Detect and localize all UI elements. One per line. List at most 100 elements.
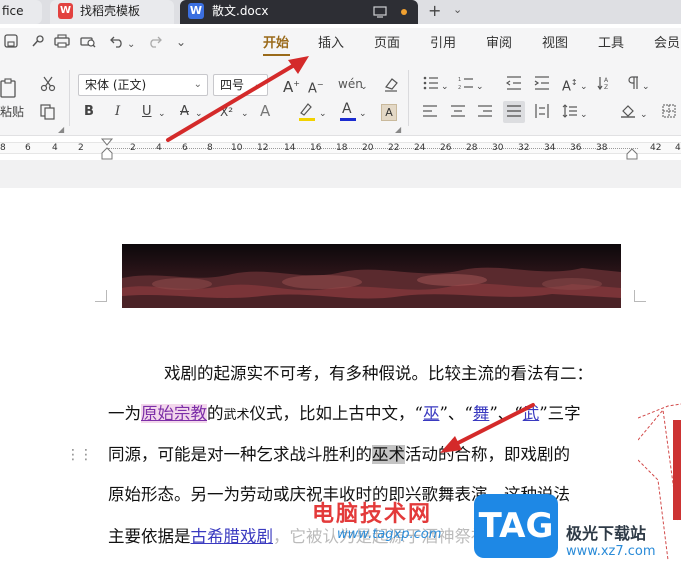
text-run: 仪式，比如上古中文，“ xyxy=(249,404,423,423)
highlight-dropdown-icon[interactable]: ⌄ xyxy=(319,106,327,122)
superscript-dropdown-icon[interactable]: ⌄ xyxy=(241,106,249,122)
copy-icon[interactable] xyxy=(40,104,56,125)
superscript-button[interactable]: X² xyxy=(220,104,233,120)
text-direction-icon[interactable]: A↕ xyxy=(562,75,578,95)
ruler-number: 10 xyxy=(231,143,243,153)
font-expand-icon[interactable]: ◢ xyxy=(395,122,401,138)
print-icon[interactable] xyxy=(54,34,70,53)
hyperlink-primitive-religion[interactable]: 原始宗教 xyxy=(141,404,207,423)
tab-document[interactable]: W 散文.docx xyxy=(180,0,418,24)
show-marks-icon[interactable] xyxy=(626,76,640,95)
print-preview-icon[interactable] xyxy=(80,34,96,53)
font-size-select[interactable]: 四号 ⌄ xyxy=(213,74,268,96)
sort-icon[interactable]: AZ xyxy=(597,76,613,95)
menu-reference[interactable]: 引用 xyxy=(430,36,456,52)
ruler-number: 30 xyxy=(492,143,504,153)
menu-home[interactable]: 开始 xyxy=(263,36,289,52)
clear-format-icon[interactable] xyxy=(383,76,399,97)
tab-office[interactable]: fice xyxy=(0,0,42,24)
grow-font-icon[interactable]: A+ xyxy=(283,76,300,95)
monitor-icon[interactable] xyxy=(373,4,387,26)
font-name-select[interactable]: 宋体 (正文) ⌄ xyxy=(78,74,208,96)
numbered-dropdown-icon[interactable]: ⌄ xyxy=(476,79,484,95)
shading-icon[interactable] xyxy=(620,104,636,123)
shrink-font-icon[interactable]: A− xyxy=(308,77,324,97)
redo-icon[interactable] xyxy=(148,34,162,53)
hyperlink-wu[interactable]: 巫 xyxy=(423,404,440,423)
distributed-align-icon[interactable] xyxy=(535,104,549,123)
ruler-number: 22 xyxy=(388,143,400,153)
clipboard-expand-icon[interactable]: ◢ xyxy=(58,122,64,138)
align-center-icon[interactable] xyxy=(451,105,465,122)
strikethrough-dropdown-icon[interactable]: ⌄ xyxy=(195,106,203,122)
hyperlink-dance[interactable]: 舞 xyxy=(473,404,490,423)
hyperlink-martial[interactable]: 武 xyxy=(523,404,540,423)
text-direction-dropdown-icon[interactable]: ⌄ xyxy=(580,79,588,95)
quick-access-dropdown-icon[interactable]: ⌄ xyxy=(176,33,186,51)
menu-member[interactable]: 会员 xyxy=(654,36,680,52)
crop-mark-right xyxy=(634,290,646,302)
shading-dropdown-icon[interactable]: ⌄ xyxy=(640,107,648,123)
crop-mark-left xyxy=(95,290,107,302)
chevron-down-icon[interactable]: ⌄ xyxy=(453,3,462,16)
menu-insert[interactable]: 插入 xyxy=(318,36,344,52)
align-justify-icon xyxy=(507,105,521,122)
ruler-number: 24 xyxy=(414,143,426,153)
undo-icon[interactable] xyxy=(110,34,124,53)
save-icon[interactable] xyxy=(4,34,18,53)
drag-handle-icon[interactable]: ⋮⋮ xyxy=(66,447,93,463)
menu-page[interactable]: 页面 xyxy=(374,36,400,52)
underline-dropdown-icon[interactable]: ⌄ xyxy=(158,106,166,122)
text-effect-icon[interactable]: A xyxy=(260,103,270,119)
ruler-number: 42 xyxy=(650,143,662,153)
font-color-dropdown-icon[interactable]: ⌄ xyxy=(359,106,367,122)
tab-template-label: 找稻壳模板 xyxy=(80,4,141,18)
line-spacing-icon[interactable] xyxy=(562,104,578,123)
numbered-list-icon[interactable]: 12 xyxy=(458,76,474,95)
line-spacing-dropdown-icon[interactable]: ⌄ xyxy=(580,107,588,123)
borders-icon[interactable] xyxy=(662,104,676,123)
decrease-indent-icon[interactable] xyxy=(505,76,522,95)
align-left-icon[interactable] xyxy=(423,105,437,122)
watermark-site2-name: 极光下载站 xyxy=(566,524,647,543)
bullet-list-icon[interactable] xyxy=(423,76,439,95)
pinyin-dropdown-icon[interactable]: ⌄ xyxy=(360,79,368,95)
undo-dropdown-icon[interactable]: ⌄ xyxy=(127,36,135,54)
menu-review[interactable]: 审阅 xyxy=(486,36,512,52)
tab-template[interactable]: W 找稻壳模板 xyxy=(50,0,174,24)
ruler-number: 16 xyxy=(310,143,322,153)
char-border-button[interactable]: A xyxy=(381,104,397,121)
chevron-down-icon: ⌄ xyxy=(193,79,202,90)
strikethrough-icon[interactable]: A xyxy=(180,104,189,120)
text-run: ”、“ xyxy=(489,404,523,423)
font-color-icon[interactable]: A xyxy=(342,101,352,117)
new-tab-plus-icon[interactable]: + xyxy=(428,0,441,22)
underline-button[interactable]: U xyxy=(142,104,152,120)
watermark-tag-logo: TAG xyxy=(474,494,558,558)
hyperlink-greek-drama[interactable]: 古希腊戏剧 xyxy=(191,527,274,546)
show-marks-dropdown-icon[interactable]: ⌄ xyxy=(642,79,650,95)
unsaved-dot-icon xyxy=(401,9,407,15)
italic-button[interactable]: I xyxy=(115,104,120,120)
ruler-number: 4 xyxy=(675,143,681,153)
align-right-icon[interactable] xyxy=(478,105,492,122)
header-image[interactable] xyxy=(122,244,621,308)
ruler-number: 4 xyxy=(156,143,162,153)
font-color-swatch xyxy=(340,118,356,121)
indent-marker-icon[interactable] xyxy=(100,138,114,160)
menu-view[interactable]: 视图 xyxy=(542,36,568,52)
text-run: 的 xyxy=(207,404,224,423)
cut-icon[interactable] xyxy=(40,76,56,97)
bold-button[interactable]: B xyxy=(84,104,94,120)
paste-icon[interactable] xyxy=(0,78,18,103)
ruler-number: 6 xyxy=(25,143,31,153)
font-name-value: 宋体 (正文) xyxy=(85,78,147,92)
format-brush-icon[interactable] xyxy=(31,34,45,53)
right-indent-marker-icon[interactable] xyxy=(625,148,639,160)
increase-indent-icon[interactable] xyxy=(534,76,550,95)
bullet-dropdown-icon[interactable]: ⌄ xyxy=(441,79,449,95)
ruler-number: 38 xyxy=(596,143,608,153)
paste-button[interactable]: 粘贴 xyxy=(0,104,24,120)
menu-tools[interactable]: 工具 xyxy=(598,36,624,52)
selected-text[interactable]: 巫术 xyxy=(372,445,405,464)
